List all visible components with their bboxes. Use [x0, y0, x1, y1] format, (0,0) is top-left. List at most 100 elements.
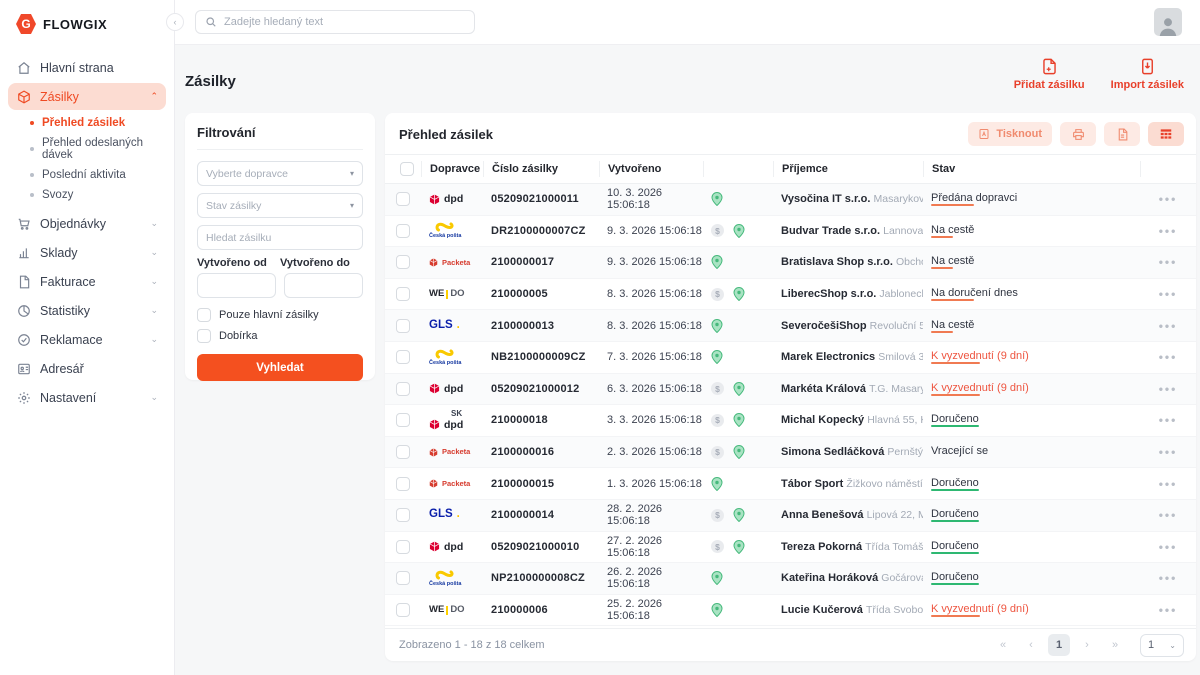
sidebar-item-statistics[interactable]: Statistiky ⌄: [8, 297, 166, 324]
row-checkbox[interactable]: [396, 477, 410, 491]
checkbox-icon: [197, 308, 211, 322]
table-row[interactable]: SK dpd Česká pošta: [385, 374, 1196, 406]
sidebar-item-claims[interactable]: Reklamace ⌄: [8, 326, 166, 353]
row-actions-menu[interactable]: •••: [1159, 319, 1178, 333]
table-row[interactable]: SK dpd Česká pošta: [385, 405, 1196, 437]
table-row[interactable]: SK dpd Česká pošta: [385, 342, 1196, 374]
row-actions-menu[interactable]: •••: [1159, 508, 1178, 522]
column-recipient[interactable]: Příjemce: [773, 161, 923, 177]
table-view-button[interactable]: [1148, 122, 1184, 146]
sidebar-collapse-button[interactable]: ‹: [166, 13, 184, 31]
export-file-button[interactable]: [1104, 122, 1140, 146]
table-row[interactable]: SK dpd Česká pošta: [385, 595, 1196, 627]
first-page-button[interactable]: «: [992, 634, 1014, 656]
row-actions-menu[interactable]: •••: [1159, 287, 1178, 301]
last-page-button[interactable]: »: [1104, 634, 1126, 656]
row-actions-menu[interactable]: •••: [1159, 445, 1178, 459]
table-row[interactable]: SK dpd Česká pošta: [385, 437, 1196, 469]
row-actions-menu[interactable]: •••: [1159, 382, 1178, 396]
sidebar-item-settings[interactable]: Nastavení ⌄: [8, 384, 166, 411]
add-shipment-button[interactable]: Přidat zásilku: [1014, 57, 1085, 91]
column-status[interactable]: Stav: [923, 161, 1140, 177]
row-actions-menu[interactable]: •••: [1159, 603, 1178, 617]
row-checkbox[interactable]: [396, 224, 410, 238]
import-shipments-button[interactable]: Import zásilek: [1111, 57, 1184, 91]
column-carrier[interactable]: Dopravce: [421, 161, 483, 177]
row-checkbox[interactable]: [396, 445, 410, 459]
sidebar-item-last-activity[interactable]: Poslední aktivita: [8, 165, 166, 185]
sidebar-item-shipments-overview[interactable]: Přehled zásilek: [8, 113, 166, 133]
row-actions-menu[interactable]: •••: [1159, 192, 1178, 206]
recipient: Budvar Trade s.r.o. Lannova 5, České Bud…: [773, 225, 923, 237]
row-actions-menu[interactable]: •••: [1159, 413, 1178, 427]
sidebar-item-orders[interactable]: Objednávky ⌄: [8, 210, 166, 237]
user-avatar[interactable]: [1154, 8, 1182, 36]
sidebar-item-pickups[interactable]: Svozy: [8, 185, 166, 205]
table-row[interactable]: SK dpd Česká pošta: [385, 184, 1196, 216]
sidebar-item-shipments[interactable]: Zásilky ⌃: [8, 83, 166, 110]
row-actions-menu[interactable]: •••: [1159, 477, 1178, 491]
carrier-select[interactable]: Vyberte dopravce ▾: [197, 161, 363, 186]
main-shipments-checkbox[interactable]: Pouze hlavní zásilky: [197, 308, 363, 322]
print-button[interactable]: Tisknout: [968, 122, 1052, 146]
recipient-address: Třída Tomáše Bati 102,: [865, 541, 923, 553]
sidebar-item-invoicing[interactable]: Fakturace ⌄: [8, 268, 166, 295]
select-all-checkbox[interactable]: [400, 162, 414, 176]
row-checkbox[interactable]: [396, 255, 410, 269]
printer-button[interactable]: [1060, 122, 1096, 146]
prev-page-button[interactable]: ‹: [1020, 634, 1042, 656]
table-row[interactable]: SK dpd Česká pošta: [385, 532, 1196, 564]
column-number[interactable]: Číslo zásilky: [483, 161, 599, 177]
chevron-down-icon: ⌄: [150, 305, 158, 316]
tracking-pin-icon: [733, 224, 745, 238]
table-row[interactable]: SK dpd Česká pošta: [385, 500, 1196, 532]
sidebar-item-home[interactable]: Hlavní strana: [8, 54, 166, 81]
row-actions-menu[interactable]: •••: [1159, 350, 1178, 364]
row-checkbox[interactable]: [396, 413, 410, 427]
current-page[interactable]: 1: [1048, 634, 1070, 656]
column-created[interactable]: Vytvořeno: [599, 161, 703, 177]
dpd-logo: dpd: [429, 541, 463, 552]
table-row[interactable]: SK dpd Česká pošta: [385, 216, 1196, 248]
search-submit-button[interactable]: Vyhledat: [197, 354, 363, 381]
table-row[interactable]: SK dpd Česká pošta: [385, 310, 1196, 342]
row-checkbox[interactable]: [396, 350, 410, 364]
recipient: SeveročešiShop Revoluční 5, Ústí nad Lab…: [773, 320, 923, 332]
sidebar-item-sent-batches[interactable]: Přehled odeslaných dávek: [8, 133, 166, 165]
row-flags: $: [711, 350, 773, 364]
search-input[interactable]: [224, 16, 465, 28]
date-to-input[interactable]: [284, 273, 363, 298]
row-checkbox[interactable]: [396, 603, 410, 617]
table-row[interactable]: SK dpd Česká pošta: [385, 279, 1196, 311]
status-progress-bar: [931, 204, 1017, 206]
cod-checkbox[interactable]: Dobírka: [197, 329, 363, 343]
row-actions-menu[interactable]: •••: [1159, 540, 1178, 554]
row-checkbox[interactable]: [396, 508, 410, 522]
page-size-select[interactable]: 1 ⌄: [1140, 634, 1184, 657]
created-date: 7. 3. 2026 15:06:18: [599, 351, 703, 363]
row-checkbox[interactable]: [396, 540, 410, 554]
shipment-number: 2100000017: [483, 256, 599, 268]
sidebar-item-warehouses[interactable]: Sklady ⌄: [8, 239, 166, 266]
row-checkbox[interactable]: [396, 192, 410, 206]
row-actions-menu[interactable]: •••: [1159, 255, 1178, 269]
row-checkbox[interactable]: [396, 319, 410, 333]
row-checkbox[interactable]: [396, 287, 410, 301]
table-row[interactable]: SK dpd Česká pošta: [385, 468, 1196, 500]
row-checkbox[interactable]: [396, 382, 410, 396]
table-row[interactable]: SK dpd Česká pošta: [385, 247, 1196, 279]
date-from-input[interactable]: [197, 273, 276, 298]
status-select[interactable]: Stav zásilky ▾: [197, 193, 363, 218]
row-actions-menu[interactable]: •••: [1159, 571, 1178, 585]
row-actions-menu[interactable]: •••: [1159, 224, 1178, 238]
next-page-button[interactable]: ›: [1076, 634, 1098, 656]
person-icon: [1157, 14, 1179, 36]
page-title: Zásilky: [185, 73, 236, 90]
sidebar-item-addressbook[interactable]: Adresář: [8, 355, 166, 382]
status-progress-bar: [931, 236, 974, 238]
shipments-panel-title: Přehled zásilek: [399, 127, 493, 142]
shipment-search-input[interactable]: Hledat zásilku: [197, 225, 363, 250]
global-search[interactable]: [195, 10, 475, 34]
row-checkbox[interactable]: [396, 571, 410, 585]
table-row[interactable]: SK dpd Česká pošta: [385, 563, 1196, 595]
